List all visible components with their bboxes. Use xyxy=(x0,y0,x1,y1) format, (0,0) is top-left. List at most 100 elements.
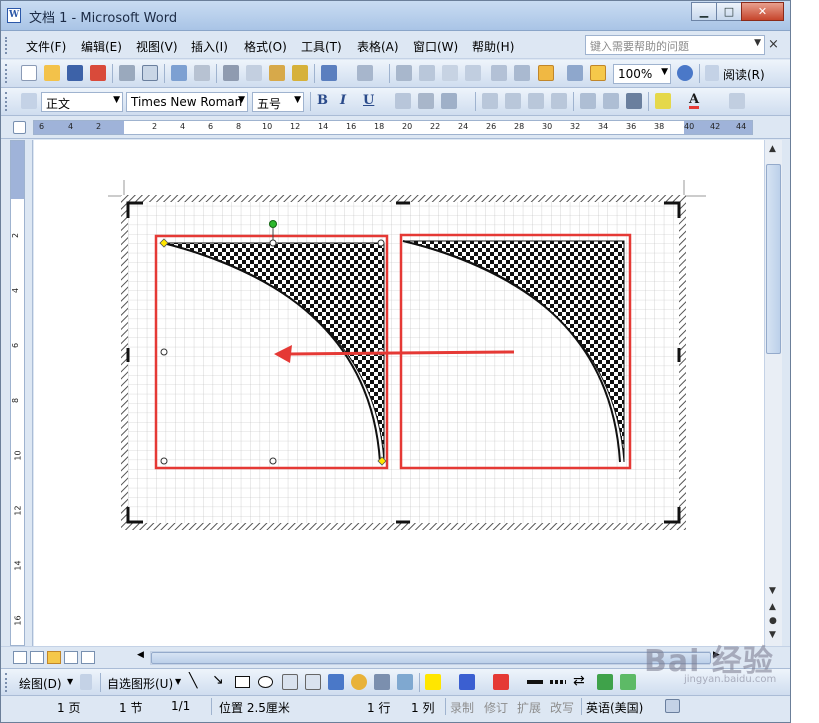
help-question-input[interactable]: 键入需要帮助的问题 ▼ xyxy=(585,35,765,55)
ruler-band[interactable]: 6 4 2 2 4 6 8 10 12 14 16 18 20 22 24 26… xyxy=(33,120,753,135)
3d-style-icon[interactable] xyxy=(620,674,636,690)
insert-table-icon[interactable] xyxy=(442,65,458,81)
resize-handle-bottom[interactable] xyxy=(269,457,277,465)
menu-edit[interactable]: 编辑(E) xyxy=(81,38,122,55)
character-border-icon[interactable] xyxy=(395,93,411,109)
new-document-icon[interactable] xyxy=(21,65,37,81)
line-style-icon[interactable] xyxy=(527,680,543,684)
document-page[interactable] xyxy=(34,140,764,646)
bullets-icon[interactable] xyxy=(603,93,619,109)
vertical-ruler-band[interactable]: 2 4 6 8 10 12 14 16 xyxy=(10,140,25,646)
vertical-scrollbar[interactable]: ▲ ▼ ▲ ● ▼ xyxy=(764,140,782,646)
title-bar[interactable]: W 文档 1 - Microsoft Word ▁ □ ✕ xyxy=(1,1,790,31)
diagram-icon[interactable] xyxy=(351,674,367,690)
menu-window[interactable]: 窗口(W) xyxy=(413,38,458,55)
cut-icon[interactable] xyxy=(223,65,239,81)
status-record-macro[interactable]: 录制 xyxy=(450,699,474,716)
resize-handle-top-right[interactable] xyxy=(377,239,385,247)
scroll-down-icon[interactable]: ▼ xyxy=(769,586,776,596)
italic-button[interactable]: I xyxy=(340,93,346,108)
spelling-status-icon[interactable] xyxy=(665,699,680,713)
zoom-select[interactable]: 100% ▼ xyxy=(613,64,671,84)
character-shading-icon[interactable] xyxy=(418,93,434,109)
reading-layout-button[interactable]: 阅读(R) xyxy=(723,66,765,83)
status-language[interactable]: 英语(美国) xyxy=(586,699,643,716)
menu-format[interactable]: 格式(O) xyxy=(244,38,287,55)
line-spacing-icon[interactable] xyxy=(626,93,642,109)
tab-selector-icon[interactable] xyxy=(13,121,26,134)
horizontal-scroll-thumb[interactable] xyxy=(151,652,711,664)
menubar-grip[interactable] xyxy=(5,37,9,54)
phonetic-guide-icon[interactable] xyxy=(729,93,745,109)
menu-help[interactable]: 帮助(H) xyxy=(472,38,514,55)
resize-handle-bottom-left[interactable] xyxy=(160,457,168,465)
show-hide-icon[interactable] xyxy=(567,65,583,81)
menu-view[interactable]: 视图(V) xyxy=(136,38,178,55)
web-layout-view-icon[interactable] xyxy=(30,651,44,664)
resize-handle-top[interactable] xyxy=(269,239,277,247)
underline-button[interactable]: U xyxy=(363,93,374,108)
text-box-icon[interactable] xyxy=(282,674,298,690)
document-map-icon[interactable] xyxy=(538,65,554,81)
font-size-select[interactable]: 五号 ▼ xyxy=(252,92,304,112)
menu-tools[interactable]: 工具(T) xyxy=(301,38,342,55)
permission-icon[interactable] xyxy=(90,65,106,81)
paste-icon[interactable] xyxy=(269,65,285,81)
vertical-scroll-thumb[interactable] xyxy=(766,164,781,354)
next-page-icon[interactable]: ▼ xyxy=(769,630,776,640)
status-extend-selection[interactable]: 扩展 xyxy=(517,699,541,716)
bold-button[interactable]: B xyxy=(317,93,328,108)
scroll-left-icon[interactable]: ◀ xyxy=(137,650,144,660)
spelling-icon[interactable] xyxy=(171,65,187,81)
previous-page-icon[interactable]: ▲ xyxy=(769,602,776,612)
select-objects-icon[interactable] xyxy=(80,674,92,690)
print-icon[interactable] xyxy=(119,65,135,81)
browse-object-icon[interactable]: ● xyxy=(769,616,777,626)
align-right-icon[interactable] xyxy=(528,93,544,109)
arrow-style-icon[interactable]: ⇄ xyxy=(573,673,585,689)
vertical-text-box-icon[interactable] xyxy=(305,674,321,690)
draw-menu-button[interactable]: 绘图(D) xyxy=(19,675,62,692)
undo-icon[interactable] xyxy=(321,65,337,81)
status-track-changes[interactable]: 修订 xyxy=(484,699,508,716)
close-window-button[interactable]: ✕ xyxy=(741,2,784,21)
clip-art-icon[interactable] xyxy=(374,674,390,690)
style-select[interactable]: 正文 ▼ xyxy=(41,92,123,112)
reading-view-icon[interactable] xyxy=(81,651,95,664)
picture-icon[interactable] xyxy=(397,674,413,690)
copy-icon[interactable] xyxy=(246,65,262,81)
insert-excel-icon[interactable] xyxy=(465,65,481,81)
fill-color-icon[interactable] xyxy=(425,674,441,690)
character-scaling-icon[interactable] xyxy=(441,93,457,109)
highlight-icon[interactable] xyxy=(655,93,671,109)
menu-file[interactable]: 文件(F) xyxy=(26,38,66,55)
justify-icon[interactable] xyxy=(551,93,567,109)
menu-table[interactable]: 表格(A) xyxy=(357,38,399,55)
dash-style-icon[interactable] xyxy=(550,680,566,684)
status-overtype[interactable]: 改写 xyxy=(550,699,574,716)
menu-insert[interactable]: 插入(I) xyxy=(191,38,228,55)
wordart-icon[interactable] xyxy=(328,674,344,690)
toolbar-grip[interactable] xyxy=(5,64,9,83)
print-preview-icon[interactable] xyxy=(142,65,158,81)
font-select[interactable]: Times New Roman ▼ xyxy=(126,92,248,112)
align-left-icon[interactable] xyxy=(482,93,498,109)
open-folder-icon[interactable] xyxy=(44,65,60,81)
align-center-icon[interactable] xyxy=(505,93,521,109)
research-icon[interactable] xyxy=(194,65,210,81)
word-app-icon[interactable]: W xyxy=(7,8,21,23)
rotation-handle[interactable] xyxy=(269,220,277,228)
tables-borders-icon[interactable] xyxy=(419,65,435,81)
print-layout-view-icon[interactable] xyxy=(47,651,61,664)
shadow-style-icon[interactable] xyxy=(597,674,613,690)
redo-icon[interactable] xyxy=(357,65,373,81)
minimize-button[interactable]: ▁ xyxy=(691,2,717,21)
oval-tool-icon[interactable] xyxy=(258,676,273,688)
columns-icon[interactable] xyxy=(491,65,507,81)
font-color-icon[interactable] xyxy=(493,674,509,690)
horizontal-scrollbar[interactable] xyxy=(150,651,711,665)
help-icon[interactable] xyxy=(677,65,693,81)
save-icon[interactable] xyxy=(67,65,83,81)
numbering-icon[interactable] xyxy=(580,93,596,109)
scroll-right-icon[interactable]: ▶ xyxy=(713,650,720,660)
